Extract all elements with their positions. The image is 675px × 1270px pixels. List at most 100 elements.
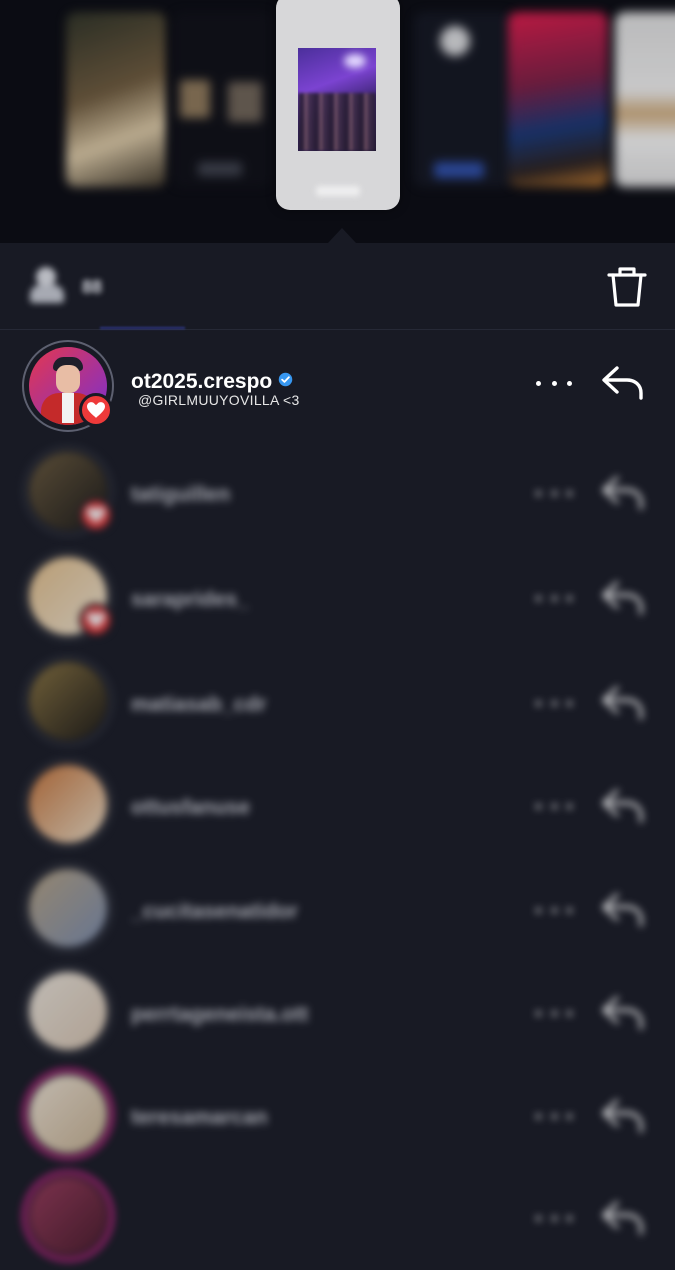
username[interactable]: perrtageneista.ott [131, 1003, 308, 1027]
avatar-image [29, 869, 107, 947]
username[interactable]: _cucitasenatidor [131, 900, 298, 924]
more-dot [551, 595, 557, 601]
delete-story-button[interactable] [605, 263, 649, 311]
heart-icon [87, 507, 105, 523]
username[interactable]: tatiguillen [131, 483, 230, 507]
heart-icon [87, 402, 105, 418]
viewer-row[interactable]: ottusfanuse [0, 758, 675, 858]
story-thumb-6[interactable] [615, 12, 675, 187]
viewer-row[interactable]: perrtageneista.ott [0, 965, 675, 1065]
avatar[interactable] [22, 655, 114, 747]
more-dot [536, 803, 541, 809]
viewer-row[interactable]: saraprides_ [0, 550, 675, 650]
reply-arrow-icon [602, 686, 643, 720]
avatar[interactable] [22, 550, 114, 642]
avatar[interactable] [22, 340, 114, 432]
reply-arrow-icon [602, 789, 643, 823]
more-options-button[interactable] [536, 1001, 572, 1025]
username[interactable]: saraprides_ [131, 588, 249, 612]
username[interactable]: ottusfanuse [131, 796, 250, 820]
viewer-row[interactable]: _cucitasenatidor [0, 862, 675, 962]
people-icon[interactable] [26, 267, 68, 305]
story-photo [298, 48, 376, 151]
reply-button[interactable] [600, 683, 646, 723]
more-dot [551, 490, 557, 496]
more-options-button[interactable] [536, 481, 572, 505]
viewer-row[interactable]: teresamarcan [0, 1068, 675, 1168]
username-text: tatiguillen [131, 483, 231, 506]
viewer-subtitle: @GIRLMUUYOVILLA <3 [138, 392, 300, 408]
more-dot [567, 1113, 572, 1119]
reply-arrow-icon [602, 1201, 643, 1235]
viewer-row[interactable]: tatiguillen [0, 445, 675, 545]
avatar-image [29, 662, 107, 740]
viewer-row[interactable]: matiasab_cdr [0, 655, 675, 755]
avatar[interactable] [22, 965, 114, 1057]
reply-arrow-icon [602, 581, 643, 615]
reply-button[interactable] [600, 890, 646, 930]
story-thumb-4[interactable] [414, 12, 514, 187]
reply-button[interactable] [600, 473, 646, 513]
viewer-row[interactable]: ot2025.crespo @GIRLMUUYOVILLA <3 [0, 340, 675, 440]
username-text: teresamarcan [131, 1106, 268, 1129]
more-dot [567, 595, 572, 601]
avatar[interactable] [22, 1170, 114, 1262]
avatar[interactable] [22, 445, 114, 537]
heart-icon [87, 612, 105, 628]
more-dot [567, 1215, 572, 1221]
more-dot [567, 803, 572, 809]
verified-badge-icon [279, 372, 293, 387]
more-options-button[interactable] [536, 794, 572, 818]
avatar-image [29, 765, 107, 843]
username[interactable]: teresamarcan [131, 1106, 268, 1130]
reply-arrow-icon [602, 996, 643, 1030]
story-thumb-2[interactable] [172, 12, 272, 187]
more-options-button[interactable] [536, 1104, 572, 1128]
story-thumb-current[interactable] [276, 0, 400, 210]
username-text: _cucitasenatidor [131, 900, 298, 923]
more-options-button[interactable] [536, 898, 572, 922]
avatar[interactable] [22, 758, 114, 850]
more-dot [536, 1010, 541, 1016]
more-dot [551, 1113, 557, 1119]
username-text: ottusfanuse [131, 796, 251, 819]
more-options-button[interactable] [536, 586, 572, 610]
more-dot [536, 1113, 541, 1119]
more-dot [536, 595, 541, 601]
reply-button[interactable] [600, 1096, 646, 1136]
more-dot [551, 380, 557, 386]
reply-button[interactable] [600, 786, 646, 826]
more-dot [551, 907, 557, 913]
avatar-image [29, 1075, 107, 1153]
viewer-row[interactable] [0, 1170, 675, 1270]
username[interactable]: ot2025.crespo [131, 370, 293, 394]
username[interactable]: matiasab_cdr [131, 693, 266, 717]
trash-icon [607, 267, 647, 307]
more-dot [536, 907, 541, 913]
more-options-button[interactable] [536, 371, 572, 395]
avatar-image [29, 972, 107, 1050]
username-text: saraprides_ [131, 588, 249, 611]
more-dot [551, 803, 557, 809]
more-dot [536, 1215, 541, 1221]
viewers-header: 88 [0, 243, 675, 330]
avatar[interactable] [22, 862, 114, 954]
story-thumb-5[interactable] [508, 12, 608, 187]
reply-button[interactable] [600, 1198, 646, 1238]
current-story-pointer [328, 228, 356, 243]
more-dot [567, 1010, 572, 1016]
more-options-button[interactable] [536, 1206, 572, 1230]
story-thumb-1[interactable] [66, 12, 166, 187]
story-label [316, 186, 360, 196]
reply-button[interactable] [600, 363, 646, 403]
username-text: perrtageneista.ott [131, 1003, 309, 1026]
story-carousel[interactable] [0, 0, 675, 243]
more-dot [536, 380, 541, 386]
avatar[interactable] [22, 1068, 114, 1160]
reply-button[interactable] [600, 578, 646, 618]
more-options-button[interactable] [536, 691, 572, 715]
reply-button[interactable] [600, 993, 646, 1033]
like-badge [79, 498, 113, 532]
username-text: matiasab_cdr [131, 693, 267, 716]
more-dot [551, 1215, 557, 1221]
